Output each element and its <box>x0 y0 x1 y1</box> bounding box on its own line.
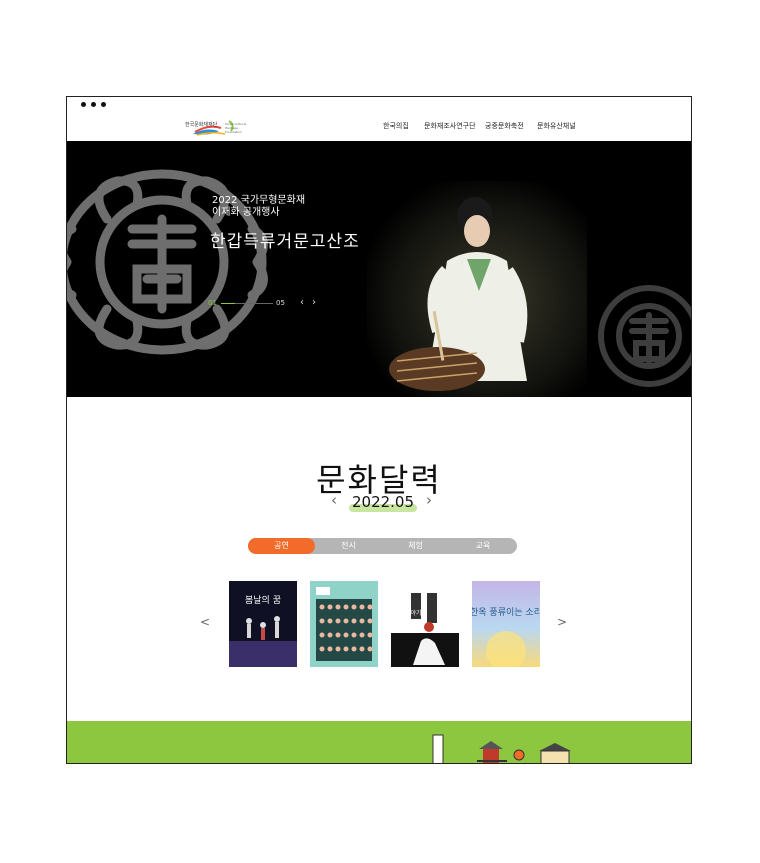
poster-1-title: 봄날의 꿈 <box>245 595 281 606</box>
hero-subtitle-line-1: 2022 국가무형문화재 <box>212 195 306 206</box>
browser-mockup: 한국문화재재단 Korea Cultural Heritage Foundati… <box>66 96 692 764</box>
logo-name: 한국문화재재단 <box>185 122 218 128</box>
tab-education[interactable]: 교육 <box>449 538 517 554</box>
pager-total: 05 <box>276 299 285 307</box>
hero-pagination: 01 05 ‹ › <box>208 297 328 311</box>
pager-current: 01 <box>208 299 217 307</box>
window-dot-icon <box>101 102 106 107</box>
tab-experience[interactable]: 체험 <box>382 538 449 554</box>
nav-item-research-center[interactable]: 문화재조사연구단 <box>424 121 476 131</box>
ornament-pattern-right-icon <box>598 285 691 387</box>
window-dot-icon <box>81 102 86 107</box>
hero-subtitle: 2022 국가무형문화재 이재화 공개행사 <box>212 195 305 219</box>
poster-4-title: 한옥 풍류이는 소리 <box>472 607 540 618</box>
palace-illustration-icon <box>432 734 571 763</box>
site-logo[interactable]: 한국문화재재단 Korea Cultural Heritage Foundati… <box>185 119 257 137</box>
month-label: 2022.05 <box>351 493 415 511</box>
event-card[interactable] <box>310 581 378 667</box>
footer-banner <box>67 721 691 763</box>
month-prev-arrow-icon[interactable]: ‹ <box>331 491 337 509</box>
hero-performer-photo <box>367 181 587 397</box>
nav-item-palace-festival[interactable]: 궁중문화축전 <box>485 121 524 131</box>
pager-progress-fill <box>221 303 235 304</box>
hero-banner: 2022 국가무형문화재 이재화 공개행사 한갑득류거문고산조 01 05 ‹ … <box>67 141 691 397</box>
ornament-pattern-icon <box>67 169 268 355</box>
month-selector: ‹ 2022.05 › <box>67 491 691 513</box>
event-poster-3: 이야기 <box>391 581 459 667</box>
poster-3-title: 이야기 <box>405 609 422 617</box>
event-poster-2 <box>310 581 378 667</box>
hero-title: 한갑득류거문고산조 <box>210 232 360 252</box>
event-card[interactable]: 한옥 풍류이는 소리 <box>472 581 540 667</box>
cards-prev-arrow-icon[interactable]: < <box>200 615 210 629</box>
event-poster-1: 봄날의 꿈 <box>229 581 297 667</box>
window-chrome <box>67 97 691 114</box>
hero-prev-arrow-icon[interactable]: ‹ <box>300 297 304 308</box>
tab-exhibition[interactable]: 전시 <box>315 538 382 554</box>
hero-next-arrow-icon[interactable]: › <box>312 297 316 308</box>
event-card[interactable]: 이야기 <box>391 581 459 667</box>
month-next-arrow-icon[interactable]: › <box>426 491 432 509</box>
nav-item-heritage-channel[interactable]: 문화유산채널 <box>537 121 576 131</box>
category-tabs: 공연 전시 체험 교육 <box>248 538 517 554</box>
hero-subtitle-line-2: 이재화 공개행사 <box>212 207 280 218</box>
event-card[interactable]: 봄날의 꿈 <box>229 581 297 667</box>
tab-performance[interactable]: 공연 <box>248 538 315 554</box>
logo-subtitle: Korea Cultural Heritage Foundation <box>225 122 247 134</box>
window-dot-icon <box>91 102 96 107</box>
nav-item-korea-house[interactable]: 한국의집 <box>383 121 409 131</box>
site-header: 한국문화재재단 Korea Cultural Heritage Foundati… <box>67 113 691 141</box>
cards-next-arrow-icon[interactable]: > <box>557 615 567 629</box>
event-poster-4: 한옥 풍류이는 소리 <box>472 581 540 667</box>
